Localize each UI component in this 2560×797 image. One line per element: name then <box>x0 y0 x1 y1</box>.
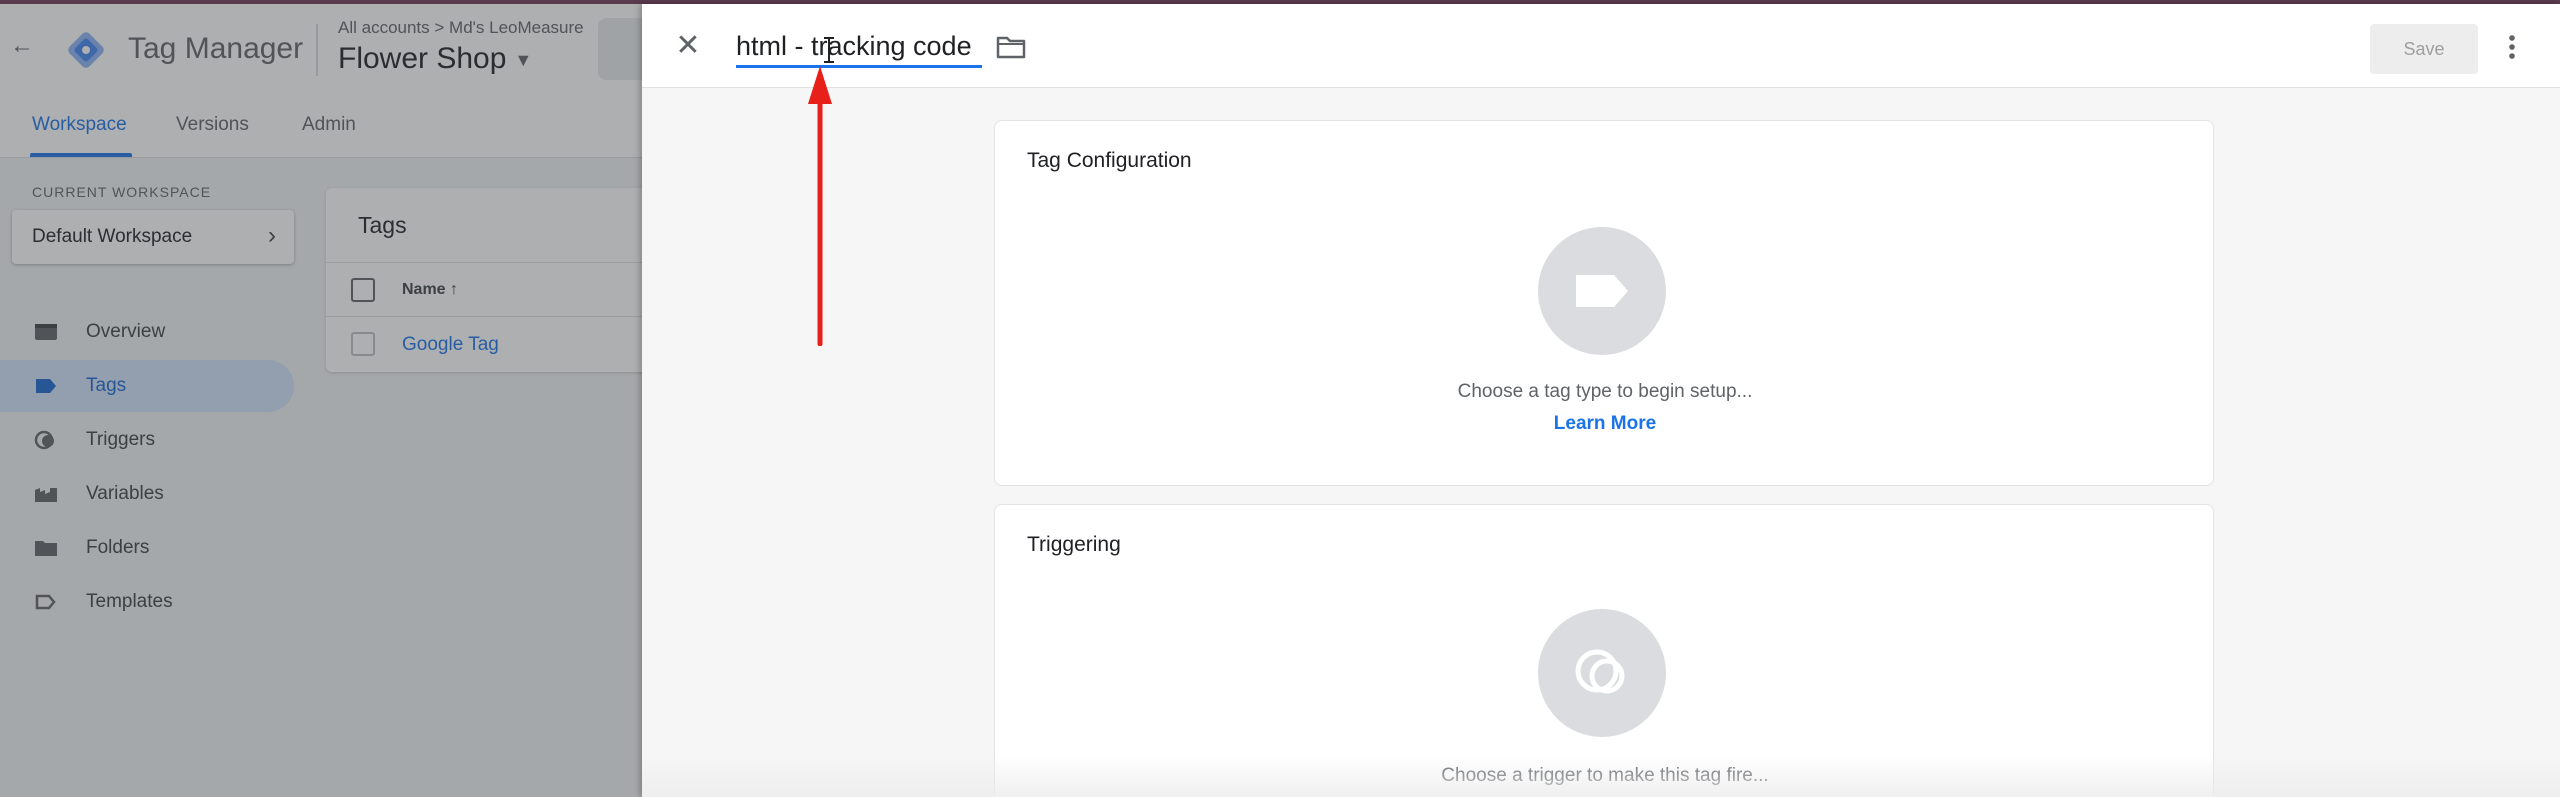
text-cursor-icon <box>824 37 834 63</box>
trigger-placeholder[interactable] <box>1538 609 1666 737</box>
close-icon[interactable]: ✕ <box>672 30 704 62</box>
triggering-title: Triggering <box>1027 533 1121 556</box>
tag-type-placeholder[interactable] <box>1538 227 1666 355</box>
tag-name-input[interactable] <box>736 28 982 68</box>
folder-outline-icon[interactable] <box>996 34 1026 60</box>
tag-icon <box>1576 275 1628 307</box>
triggering-card[interactable]: Triggering Choose a trigger to make this… <box>994 504 2214 797</box>
triggering-hint: Choose a trigger to make this tag fire..… <box>1441 765 1769 786</box>
tag-editor-panel: ✕ Save Tag Configuration Choose a tag ty… <box>642 4 2560 797</box>
save-button[interactable]: Save <box>2370 24 2478 74</box>
tag-configuration-card[interactable]: Tag Configuration Choose a tag type to b… <box>994 120 2214 486</box>
modal-scrim[interactable] <box>0 4 642 797</box>
annotation-arrow-icon <box>808 66 832 346</box>
trigger-icon <box>1575 649 1625 694</box>
learn-more-link[interactable]: Learn More <box>995 413 2215 435</box>
panel-header: ✕ Save <box>642 4 2560 88</box>
more-vert-icon[interactable] <box>2504 32 2520 62</box>
tag-configuration-hint: Choose a tag type to begin setup... <box>1457 381 1753 402</box>
tag-configuration-title: Tag Configuration <box>1027 149 1192 172</box>
